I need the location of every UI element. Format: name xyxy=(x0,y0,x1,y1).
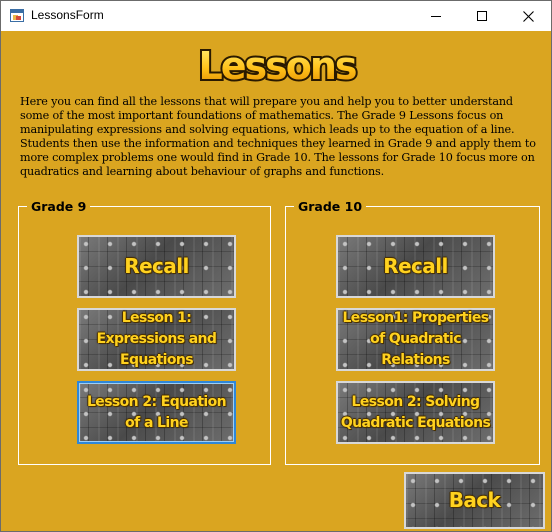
close-icon xyxy=(522,10,534,22)
grade-9-title: Grade 9 xyxy=(31,199,87,214)
title-bar[interactable]: LessonsForm xyxy=(1,1,551,31)
window-title: LessonsForm xyxy=(31,8,104,22)
grade-10-recall-label: Recall xyxy=(383,254,448,278)
grade-9-recall-button[interactable]: Recall xyxy=(77,235,236,298)
intro-text: Here you can find all the lessons that w… xyxy=(20,95,536,178)
maximize-button[interactable] xyxy=(459,1,505,31)
back-label: Back xyxy=(448,488,501,512)
grade-9-lesson-1-button[interactable]: Lesson 1: Expressions and Equations xyxy=(77,308,236,371)
grade-10-lesson-2-button[interactable]: Lesson 2: Solving Quadratic Equations xyxy=(336,381,495,444)
grade-10-title: Grade 10 xyxy=(298,199,363,214)
grade-9-recall-label: Recall xyxy=(124,254,189,278)
app-icon xyxy=(10,9,24,22)
grade-10-lesson-1-label: Lesson1: Properties of Quadratic Relatio… xyxy=(342,310,489,368)
minimize-button[interactable] xyxy=(413,1,459,31)
logo-text: Lessons xyxy=(199,44,356,88)
lessons-logo: Lessons xyxy=(197,42,359,90)
grade-10-recall-button[interactable]: Recall xyxy=(336,235,495,298)
minimize-icon xyxy=(431,16,441,17)
lessons-window: LessonsForm Lessons Here you can find al… xyxy=(0,0,552,532)
grade-9-lesson-1-label: Lesson 1: Expressions and Equations xyxy=(96,310,217,368)
maximize-icon xyxy=(477,11,487,21)
back-button[interactable]: Back xyxy=(404,472,545,529)
grade-10-lesson-2-label: Lesson 2: Solving Quadratic Equations xyxy=(340,393,491,431)
grade-9-lesson-2-label: Lesson 2: Equation of a Line xyxy=(86,393,227,431)
grade-10-lesson-1-button[interactable]: Lesson1: Properties of Quadratic Relatio… xyxy=(336,308,495,371)
grade-9-lesson-2-button[interactable]: Lesson 2: Equation of a Line xyxy=(77,381,236,444)
close-button[interactable] xyxy=(505,1,551,31)
